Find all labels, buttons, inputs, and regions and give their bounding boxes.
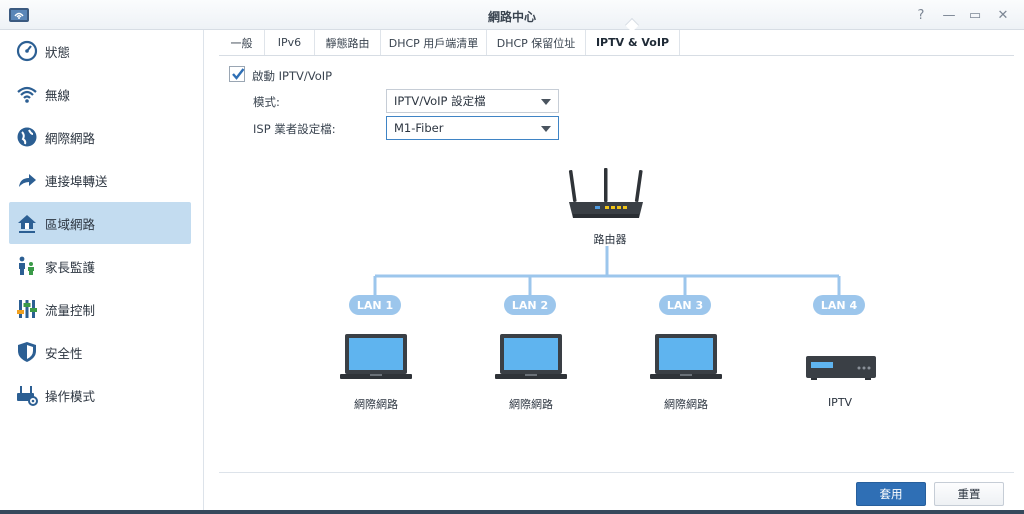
gauge-icon xyxy=(15,39,39,63)
sidebar-item-operation-mode[interactable]: 操作模式 xyxy=(9,374,191,416)
tab-dhcp-reservation[interactable]: DHCP 保留位址 xyxy=(487,30,586,55)
router-gear-icon xyxy=(15,383,39,407)
maximize-icon[interactable]: ▭ xyxy=(966,6,984,24)
arrow-forward-icon xyxy=(15,168,39,192)
sidebar: 狀態 無線 網際網路 連接埠轉送 區域網路 家長監護 流量控制 安全性 操作模式 xyxy=(0,30,204,514)
isp-profile-select-value: M1-Fiber xyxy=(394,121,444,135)
sidebar-item-label: 區域網路 xyxy=(45,216,96,232)
sidebar-item-port-forwarding[interactable]: 連接埠轉送 xyxy=(9,159,191,201)
sidebar-item-label: 無線 xyxy=(45,87,71,103)
isp-profile-select[interactable]: M1-Fiber xyxy=(386,116,559,140)
family-icon xyxy=(15,254,39,278)
settop-box-icon xyxy=(803,330,877,382)
window-title: 網路中心 xyxy=(487,10,536,24)
sidebar-item-label: 連接埠轉送 xyxy=(45,173,108,189)
sidebar-item-security[interactable]: 安全性 xyxy=(9,331,191,373)
minimize-icon[interactable]: — xyxy=(940,6,958,24)
apply-button[interactable]: 套用 xyxy=(856,482,926,506)
device-label: 網際網路 xyxy=(664,398,708,411)
sidebar-item-label: 操作模式 xyxy=(45,388,96,404)
sidebar-item-label: 網際網路 xyxy=(45,130,96,146)
globe-icon xyxy=(15,125,39,149)
device-label: 網際網路 xyxy=(509,398,553,411)
sidebar-item-label: 狀態 xyxy=(45,44,71,60)
isp-profile-label: ISP 業者設定檔: xyxy=(253,122,336,136)
taskbar-edge xyxy=(0,510,1024,514)
mode-label: 模式: xyxy=(253,95,280,109)
tab-iptv-voip[interactable]: IPTV & VoIP xyxy=(586,30,680,55)
sidebar-item-traffic-control[interactable]: 流量控制 xyxy=(9,288,191,330)
checkmark-icon xyxy=(232,68,245,80)
enable-iptv-label[interactable]: 啟動 IPTV/VoIP xyxy=(252,68,332,84)
lan-port-badge: LAN 1 xyxy=(349,295,401,315)
sidebar-item-parental-control[interactable]: 家長監護 xyxy=(9,245,191,287)
chevron-down-icon xyxy=(541,126,551,132)
router-label: 路由器 xyxy=(593,233,627,246)
mode-select-value: IPTV/VoIP 設定檔 xyxy=(394,94,486,108)
device-label: 網際網路 xyxy=(354,398,398,411)
sidebar-item-status[interactable]: 狀態 xyxy=(9,30,191,72)
tab-static-routes[interactable]: 靜態路由 xyxy=(315,30,381,55)
sidebar-item-label: 安全性 xyxy=(45,345,83,361)
shield-icon xyxy=(15,340,39,364)
chevron-down-icon xyxy=(541,99,551,105)
lan-port-badge: LAN 3 xyxy=(659,295,711,315)
tab-bar: 一般 IPv6 靜態路由 DHCP 用戶端清單 DHCP 保留位址 IPTV &… xyxy=(219,30,1014,56)
sidebar-item-local-network[interactable]: 區域網路 xyxy=(9,202,191,244)
device-label: IPTV xyxy=(827,396,853,409)
enable-iptv-checkbox[interactable] xyxy=(229,66,245,82)
title-bar: 網路中心 ? — ▭ ✕ xyxy=(0,0,1024,30)
home-network-icon xyxy=(15,211,39,235)
sidebar-item-internet[interactable]: 網際網路 xyxy=(9,116,191,158)
laptop-icon xyxy=(649,330,723,382)
laptop-icon xyxy=(494,330,568,382)
sidebar-item-label: 家長監護 xyxy=(45,259,96,275)
tab-dhcp-clients[interactable]: DHCP 用戶端清單 xyxy=(381,30,487,55)
wifi-icon xyxy=(15,82,39,106)
mode-select[interactable]: IPTV/VoIP 設定檔 xyxy=(386,89,559,113)
lan-port-badge: LAN 2 xyxy=(504,295,556,315)
lan-port-badge: LAN 4 xyxy=(813,295,865,315)
reset-button[interactable]: 重置 xyxy=(934,482,1004,506)
sliders-icon xyxy=(15,297,39,321)
close-icon[interactable]: ✕ xyxy=(994,6,1012,24)
help-icon[interactable]: ? xyxy=(912,6,930,24)
sidebar-item-wireless[interactable]: 無線 xyxy=(9,73,191,115)
tab-ipv6[interactable]: IPv6 xyxy=(265,30,315,55)
footer-divider xyxy=(219,472,1014,473)
router-icon xyxy=(565,168,647,224)
tab-general[interactable]: 一般 xyxy=(219,30,265,55)
sidebar-item-label: 流量控制 xyxy=(45,302,96,318)
laptop-icon xyxy=(339,330,413,382)
